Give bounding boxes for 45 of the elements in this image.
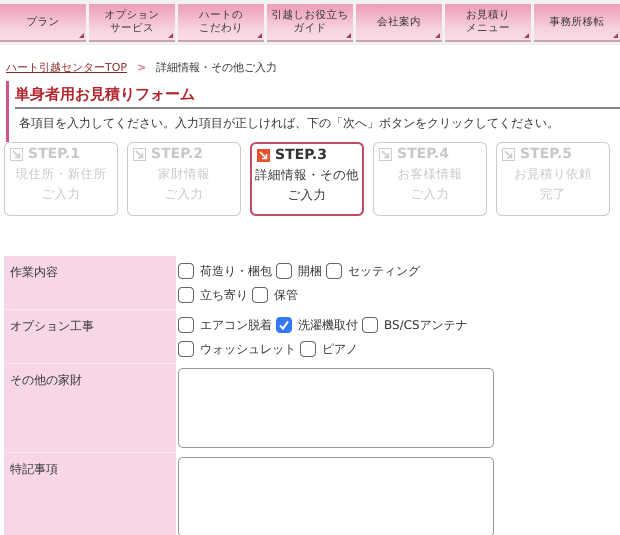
checkbox[interactable] — [252, 287, 268, 303]
step-arrow-icon — [133, 148, 146, 160]
checkbox-label: 保管 — [274, 286, 298, 304]
checkbox-label: エアコン脱着 — [200, 316, 272, 334]
checkbox-label: 洗濯機取付 — [298, 316, 358, 334]
checkbox-label: セッティング — [348, 262, 420, 280]
step-number: STEP.3 — [275, 147, 327, 163]
checkbox[interactable] — [178, 341, 194, 357]
checkbox[interactable] — [178, 263, 194, 279]
checkbox[interactable] — [276, 317, 292, 333]
checkbox[interactable] — [362, 317, 378, 333]
checkbox-label: 開梱 — [298, 262, 322, 280]
step-label: ご入力 — [288, 186, 326, 204]
checkbox[interactable] — [178, 287, 194, 303]
step-arrow-icon — [10, 148, 23, 160]
nav-menu-button[interactable]: 引越しお役立ち ガイド — [267, 4, 353, 42]
checkbox-label: ピアノ — [322, 340, 358, 358]
nav-menu-button[interactable]: 会社案内 — [356, 4, 442, 42]
step-arrow-icon — [257, 148, 270, 162]
step-arrow-icon — [502, 148, 515, 160]
field-label: 特記事項 — [4, 453, 176, 535]
checkbox-label: 荷造り・梱包 — [200, 262, 272, 280]
nav-menu-button[interactable]: オプション サービス — [89, 4, 175, 42]
checkbox[interactable] — [276, 263, 292, 279]
form-heading: 単身者用お見積りフォーム — [15, 81, 620, 109]
nav-menu-button[interactable]: 事務所移転 — [534, 4, 620, 42]
field-label: オプション工事 — [4, 310, 176, 364]
form-description: 各項目を入力してください。入力項目が正しければ、下の「次へ」ボタンをクリックしてください。 — [18, 115, 560, 132]
breadcrumb-current: 詳細情報・その他ご入力 — [156, 60, 278, 75]
checkbox-label: ウォッシュレット — [200, 340, 296, 358]
breadcrumb-separator: > — [137, 61, 146, 74]
field-label: 作業内容 — [4, 256, 176, 310]
checkbox[interactable] — [300, 341, 316, 357]
checkbox[interactable] — [326, 263, 342, 279]
nav-menu-button[interactable]: ハートの こだわり — [178, 4, 264, 42]
nav-menu-button[interactable]: プラン — [0, 4, 86, 42]
checkbox-label: 立ち寄り — [200, 286, 248, 304]
nav-menu-button[interactable]: お見積り メニュー — [445, 4, 531, 42]
checkbox-label: BS/CSアンテナ — [384, 316, 468, 334]
step-label: 詳細情報・その他 — [255, 166, 359, 184]
checkbox[interactable] — [178, 317, 194, 333]
text-area[interactable] — [178, 368, 494, 448]
breadcrumb-link[interactable]: ハート引越センターTOP — [6, 60, 128, 75]
step-arrow-icon — [379, 148, 392, 160]
field-label: その他の家財 — [4, 364, 176, 453]
